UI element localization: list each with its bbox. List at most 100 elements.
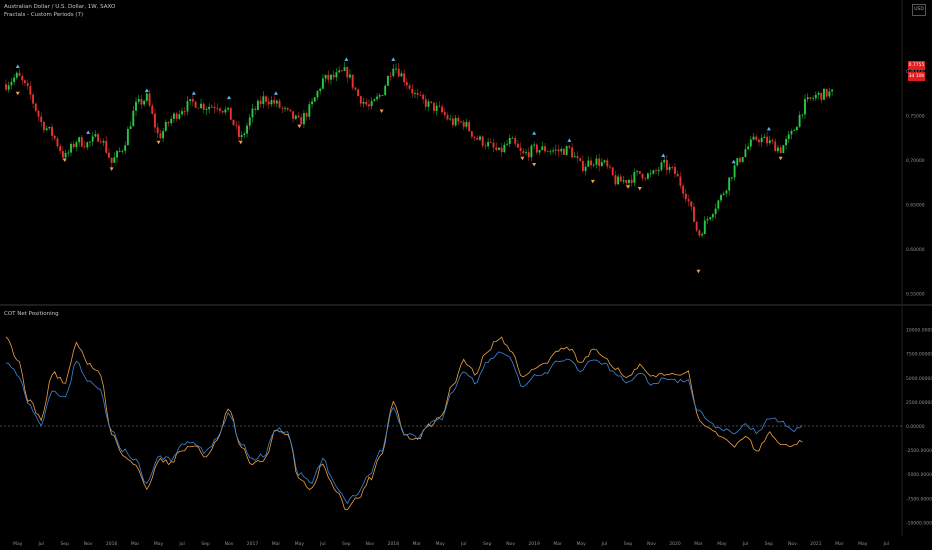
cot-axis-tick: 10000.00000: [906, 328, 932, 334]
candle-body: [186, 101, 189, 112]
candle-body: [443, 112, 446, 116]
candle-body: [107, 152, 110, 158]
time-axis-label: Jul: [742, 541, 748, 547]
candle-body: [365, 101, 368, 105]
candle-body: [91, 136, 94, 142]
candle-body: [676, 173, 679, 177]
candle-body: [552, 150, 555, 152]
candle-body: [741, 157, 744, 162]
indicator-title: Fractals - Custom Periods (7): [4, 12, 84, 18]
candle-body: [273, 100, 276, 104]
candle-body: [395, 68, 397, 70]
candle-body: [86, 142, 89, 148]
candle-body: [527, 152, 530, 158]
candle-body: [278, 100, 281, 108]
candle-body: [56, 138, 59, 147]
time-axis-label: Jul: [601, 541, 607, 547]
candle-body: [728, 177, 731, 191]
candle-body: [381, 95, 384, 96]
candle-body: [102, 140, 105, 143]
candle-body: [614, 175, 617, 185]
cot-axis-tick: 7500.00000: [906, 352, 932, 358]
candle-body: [18, 72, 21, 76]
candle-body: [246, 125, 249, 134]
candle-body: [324, 74, 327, 79]
candle-body: [197, 107, 200, 109]
time-axis-label: Jul: [37, 541, 43, 547]
time-axis-label: 2018: [388, 541, 400, 547]
candle-body: [189, 99, 192, 102]
time-axis-label: Mar: [272, 541, 281, 547]
candle-body: [563, 148, 565, 155]
candle-body: [590, 160, 592, 166]
time-axis-label: 2021: [810, 541, 822, 547]
time-axis-label: Sep: [60, 541, 69, 547]
candle-body: [722, 193, 725, 195]
candle-body: [256, 100, 259, 110]
candle-body: [581, 160, 584, 171]
time-axis-label: Sep: [342, 541, 351, 547]
candle-body: [744, 149, 747, 158]
candle-body: [476, 137, 479, 140]
candle-body: [59, 146, 62, 152]
candle-body: [148, 93, 151, 106]
candle-body: [790, 130, 793, 135]
candle-body: [549, 151, 552, 153]
candle-body: [454, 117, 457, 126]
currency-button[interactable]: USD: [912, 4, 926, 16]
price-axis-tick: 0.70000: [906, 158, 925, 164]
candle-body: [414, 93, 416, 94]
candle-body: [628, 179, 630, 184]
time-axis-label: May: [858, 541, 868, 547]
candle-body: [116, 151, 118, 158]
candle-body: [221, 110, 224, 113]
candle-body: [316, 90, 319, 98]
candle-body: [489, 141, 492, 143]
candle-body: [435, 105, 438, 111]
candle-body: [506, 143, 509, 145]
candle-body: [798, 114, 801, 127]
candle-body: [216, 108, 219, 109]
time-axis-label: 2017: [247, 541, 259, 547]
candle-body: [124, 145, 127, 151]
price-axis-tick: 0.55000: [906, 292, 925, 298]
candle-body: [289, 109, 292, 112]
candle-body: [99, 141, 102, 143]
candle-body: [373, 99, 376, 102]
time-axis-label: Nov: [365, 541, 374, 547]
chart-canvas[interactable]: 0.800000.750000.700000.650000.600000.550…: [0, 0, 932, 550]
candle-body: [132, 110, 135, 127]
candle-body: [224, 109, 227, 113]
candle-body: [405, 82, 408, 86]
time-axis-label: Nov: [788, 541, 797, 547]
candle-body: [113, 157, 116, 163]
lower-pane-title: COT Net Positioning: [4, 311, 59, 317]
candle-body: [140, 98, 143, 105]
candle-body: [652, 170, 655, 174]
candle-body: [660, 162, 663, 170]
candle-body: [530, 145, 533, 158]
time-axis-label: Jul: [178, 541, 184, 547]
candle-body: [311, 101, 314, 105]
candle-body: [633, 172, 636, 183]
candle-body: [313, 97, 316, 102]
candle-body: [202, 103, 205, 110]
cot-axis-tick: 5000.00000: [906, 376, 932, 382]
candle-body: [219, 108, 221, 111]
candle-body: [346, 67, 349, 78]
candle-body: [267, 101, 270, 105]
candle-body: [457, 117, 460, 122]
candle-body: [42, 121, 45, 131]
candle-body: [424, 99, 427, 107]
candle-body: [674, 167, 676, 174]
candle-body: [749, 139, 752, 147]
candle-body: [516, 143, 519, 148]
candle-body: [533, 144, 536, 146]
candle-body: [392, 68, 395, 76]
candle-body: [544, 146, 546, 152]
candle-body: [595, 158, 598, 165]
candle-body: [151, 105, 154, 114]
candle-body: [579, 158, 582, 161]
candle-body: [747, 146, 750, 150]
candle-body: [500, 147, 503, 153]
